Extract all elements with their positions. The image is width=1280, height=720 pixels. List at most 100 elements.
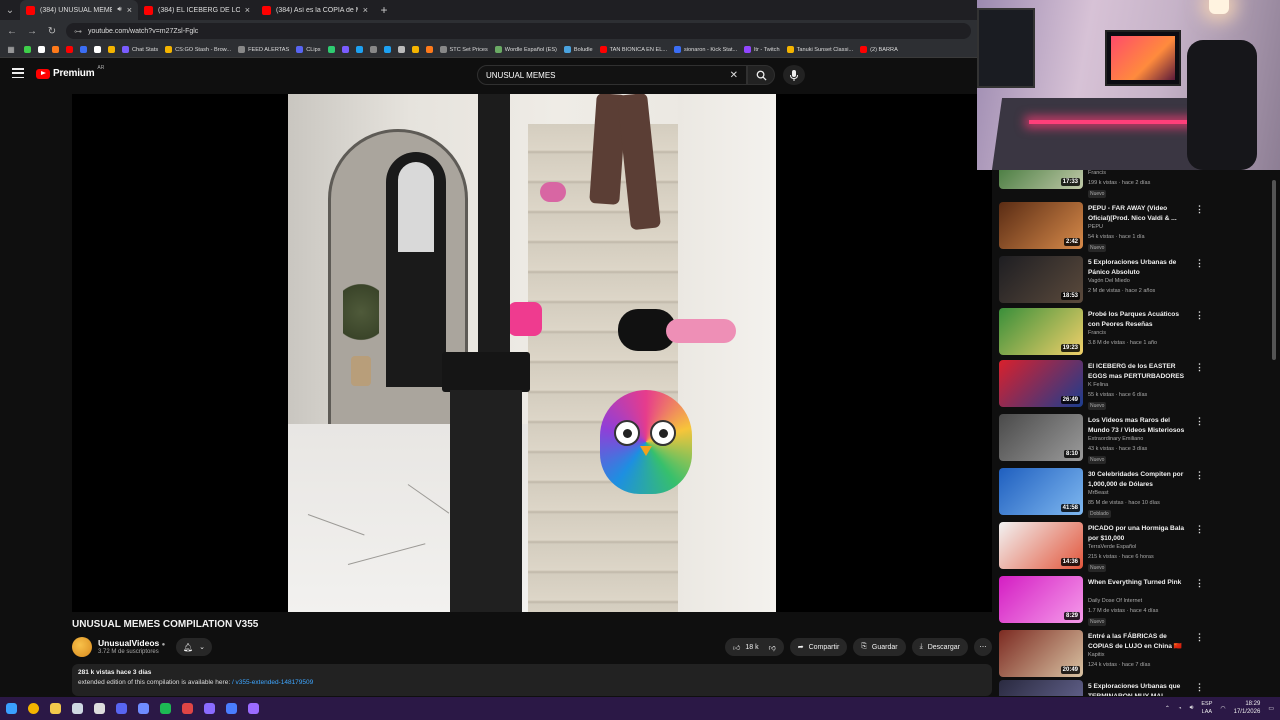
more-options-icon[interactable]: ⋮	[1195, 578, 1204, 589]
recommended-video[interactable]: 41:58 30 Celebridades Compiten por 1,000,…	[999, 468, 1205, 518]
bookmark-item[interactable]	[355, 46, 363, 53]
save-button[interactable]: ⎘ Guardar	[853, 638, 906, 656]
recommended-title[interactable]: Probé los Parques Acuáticos con Peores R…	[1088, 310, 1188, 329]
new-tab-button[interactable]: +	[374, 0, 394, 20]
recommended-title[interactable]: 30 Celebridades Compiten por 1,000,000 d…	[1088, 470, 1188, 489]
recommended-channel[interactable]: Francis	[1088, 170, 1106, 176]
volume-icon[interactable]: 🔊︎	[1190, 705, 1194, 712]
recommended-video[interactable]: 2:42 PEPU - FAR AWAY (Video Oficial)[Prod…	[999, 202, 1205, 252]
network-icon[interactable]: ◔	[1178, 706, 1182, 712]
site-info-icon[interactable]: ⊶	[74, 27, 82, 36]
bookmark-item[interactable]	[411, 46, 419, 53]
tab-search-icon[interactable]: ⌄	[0, 0, 20, 20]
video-thumbnail[interactable]: 20:49	[999, 630, 1083, 677]
discord-icon[interactable]	[110, 697, 132, 720]
bookmark-item[interactable]	[52, 46, 59, 53]
bookmark-item[interactable]: CLips	[296, 46, 321, 53]
bookmark-item[interactable]	[80, 46, 87, 53]
more-options-icon[interactable]: ⋮	[1195, 632, 1204, 643]
search-button[interactable]	[747, 65, 775, 85]
app-violet-icon[interactable]	[198, 697, 220, 720]
recommended-title[interactable]: Entré a las FÁBRICAS de COPIAS de LUJO e…	[1088, 632, 1188, 651]
language-indicator[interactable]: ESP LAA	[1201, 701, 1212, 715]
recommended-channel[interactable]: Kapitix	[1088, 652, 1105, 658]
more-options-icon[interactable]: ⋮	[1195, 682, 1204, 693]
video-frame[interactable]	[288, 94, 776, 612]
bookmark-item[interactable]: TAN BIONICA EN EL...	[599, 46, 667, 53]
app-window-icon[interactable]	[132, 697, 154, 720]
clock[interactable]: 18:29 17/1/2026	[1234, 701, 1261, 717]
recommended-title[interactable]: 5 Exploraciones Urbanas de Pánico Absolu…	[1088, 258, 1188, 277]
search-input[interactable]: UNUSUAL MEMES	[486, 71, 730, 80]
chrome-icon[interactable]	[22, 697, 44, 720]
bookmark-item[interactable]: CS:GO Stash - Brow...	[165, 46, 231, 53]
bookmark-item[interactable]	[369, 46, 377, 53]
file-explorer-icon[interactable]	[44, 697, 66, 720]
recommended-title[interactable]: PEPU - FAR AWAY (Video Oficial)[Prod. Ni…	[1088, 204, 1188, 223]
recommended-title[interactable]: Los Videos mas Raros del Mundo 73 / Vide…	[1088, 416, 1188, 435]
menu-icon[interactable]	[12, 68, 24, 78]
video-thumbnail[interactable]: 8:10	[999, 414, 1083, 461]
apps-grid-icon[interactable]: ▦	[5, 45, 17, 54]
more-actions-button[interactable]: ⋯	[974, 638, 992, 656]
bookmark-item[interactable]	[94, 46, 101, 53]
windows-start-icon[interactable]	[0, 697, 22, 720]
bookmark-item[interactable]	[108, 46, 115, 53]
more-options-icon[interactable]: ⋮	[1195, 416, 1204, 427]
page-scrollbar[interactable]	[1270, 170, 1278, 696]
audio-icon[interactable]: 🔊︎	[117, 6, 121, 14]
recommended-channel[interactable]: Daily Dose Of Internet	[1088, 598, 1142, 604]
url-field[interactable]: ⊶ youtube.com/watch?v=m27Zsl-Fglc	[66, 23, 971, 39]
dislike-button[interactable]: 👎︎	[769, 643, 776, 652]
forward-icon[interactable]: →	[26, 26, 38, 37]
chevron-up-icon[interactable]: ⌃	[1165, 705, 1170, 712]
recommended-video[interactable]: 5 Exploraciones Urbanas que TERMINARON M…	[999, 680, 1205, 696]
video-thumbnail[interactable]	[999, 680, 1083, 696]
back-icon[interactable]: ←	[6, 26, 18, 37]
recommended-title[interactable]: 5 Exploraciones Urbanas que TERMINARON M…	[1088, 682, 1188, 696]
bookmark-item[interactable]: ltr - Twitch	[744, 46, 780, 53]
bookmark-item[interactable]	[383, 46, 391, 53]
browser-tab[interactable]: (384) UNUSUAL MEMES CO 🔊︎ ×	[20, 0, 138, 20]
share-button[interactable]: ➦ Compartir	[789, 638, 848, 656]
close-tab-icon[interactable]: ×	[127, 5, 132, 15]
recommended-channel[interactable]: TerraVerde Español	[1088, 544, 1136, 550]
bookmark-item[interactable]: (2) BARRA	[860, 46, 898, 53]
more-options-icon[interactable]: ⋮	[1195, 362, 1204, 373]
spotify-icon[interactable]	[154, 697, 176, 720]
channel-name[interactable]: UnusualVideos ●	[98, 638, 165, 648]
recommended-video[interactable]: 26:49 El ICEBERG de los EASTER EGGS mas P…	[999, 360, 1205, 410]
recommended-video[interactable]: 18:53 5 Exploraciones Urbanas de Pánico A…	[999, 256, 1205, 306]
browser-tab[interactable]: (384) Así es la COPIA de MCDO ×	[256, 0, 374, 20]
recommended-video[interactable]: 14:36 PICADO por una Hormiga Bala por $10…	[999, 522, 1205, 572]
browser-tab[interactable]: (384) EL ICEBERG DE LOS SUCI ×	[138, 0, 256, 20]
bookmark-item[interactable]: Wordle Español (ES)	[494, 46, 557, 53]
bookmark-item[interactable]: STC Set Prices	[439, 46, 488, 53]
download-button[interactable]: ⤓ Descargar	[911, 638, 968, 656]
more-options-icon[interactable]: ⋮	[1195, 310, 1204, 321]
bookmark-item[interactable]	[425, 46, 433, 53]
bookmark-item[interactable]: FEED ALERTAS	[238, 46, 289, 53]
bookmark-item[interactable]	[341, 46, 349, 53]
bookmark-item[interactable]: sionaron - Kick Stat...	[674, 46, 737, 53]
bookmark-item[interactable]: Boludle	[563, 46, 593, 53]
youtube-premium-logo[interactable]: Premium AR	[36, 65, 104, 79]
steam-icon[interactable]	[66, 697, 88, 720]
voice-search-button[interactable]	[783, 65, 805, 85]
recommended-video[interactable]: 20:49 Entré a las FÁBRICAS de COPIAS de L…	[999, 630, 1205, 680]
more-options-icon[interactable]: ⋮	[1195, 524, 1204, 535]
video-thumbnail[interactable]: 26:49	[999, 360, 1083, 407]
more-options-icon[interactable]: ⋮	[1195, 258, 1204, 269]
video-thumbnail[interactable]: 8:29	[999, 576, 1083, 623]
obs-icon[interactable]	[88, 697, 110, 720]
recommended-video[interactable]: 8:10 Los Videos mas Raros del Mundo 73 / …	[999, 414, 1205, 464]
subscription-bell-button[interactable]: 🔔︎ ⌄	[176, 638, 212, 656]
bookmark-item[interactable]	[327, 46, 335, 53]
app-purple-icon[interactable]	[242, 697, 264, 720]
wifi-icon[interactable]: ◠	[1220, 705, 1225, 712]
video-thumbnail[interactable]: 2:42	[999, 202, 1083, 249]
description-box[interactable]: 281 k vistas hace 3 días extended editio…	[72, 664, 992, 696]
reload-icon[interactable]: ↻	[46, 26, 58, 37]
app-blue-icon[interactable]	[220, 697, 242, 720]
channel-avatar[interactable]	[72, 637, 92, 657]
